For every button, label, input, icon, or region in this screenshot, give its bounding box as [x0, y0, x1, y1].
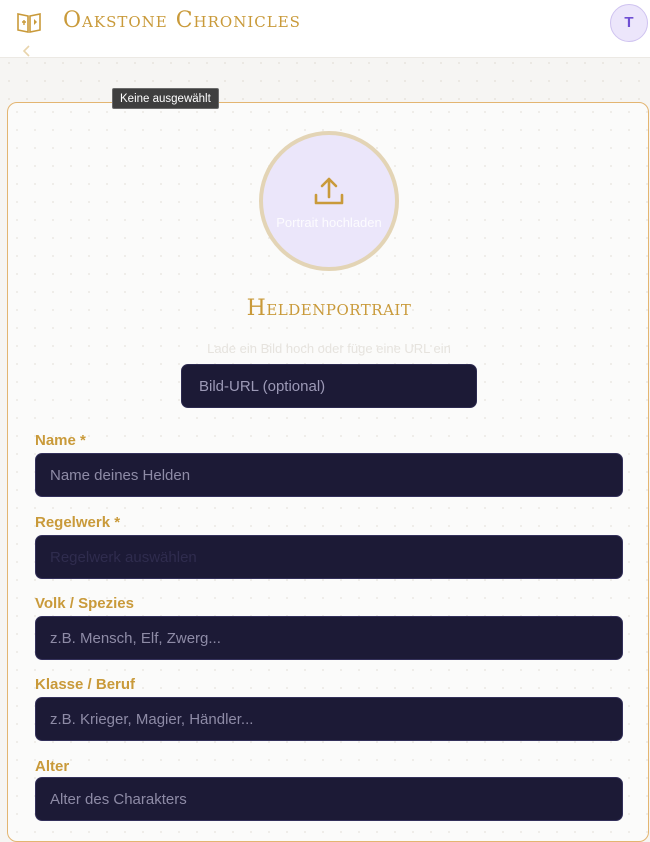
- age-label: Alter: [35, 758, 70, 775]
- portrait-upload-button[interactable]: Portrait hochladen: [259, 131, 399, 271]
- class-field: [35, 697, 623, 741]
- name-field: [35, 453, 623, 497]
- name-label: Name *: [35, 432, 86, 449]
- class-label: Klasse / Beruf: [35, 676, 136, 693]
- portrait-section-subtitle: Lade ein Bild hoch oder füge eine URL ei…: [207, 341, 451, 356]
- ruleset-label: Regelwerk *: [35, 514, 121, 531]
- portrait-upload-label: Portrait hochladen: [276, 215, 382, 230]
- back-link[interactable]: [20, 42, 34, 59]
- app-brand-title[interactable]: Oakstone Chronicles: [63, 8, 301, 33]
- file-input-tooltip: Keine ausgewählt: [112, 88, 219, 109]
- book-logo-icon[interactable]: [16, 10, 42, 34]
- age-input[interactable]: [35, 777, 623, 821]
- portrait-section-title: Heldenportrait: [246, 296, 412, 321]
- top-bar: Oakstone Chronicles T: [0, 0, 650, 58]
- user-avatar[interactable]: T: [610, 4, 648, 42]
- ruleset-field: [35, 535, 623, 579]
- character-form-card: Portrait hochladen Heldenportrait Lade e…: [7, 102, 649, 842]
- image-url-field: [181, 364, 477, 408]
- ruleset-select[interactable]: [35, 535, 623, 579]
- species-input[interactable]: [35, 616, 623, 660]
- image-url-input[interactable]: [181, 364, 477, 408]
- class-input[interactable]: [35, 697, 623, 741]
- species-label: Volk / Spezies: [35, 595, 134, 612]
- chevron-left-icon: [22, 45, 30, 57]
- name-input[interactable]: [35, 453, 623, 497]
- upload-icon: [314, 177, 344, 205]
- species-field: [35, 616, 623, 660]
- age-field: [35, 777, 623, 821]
